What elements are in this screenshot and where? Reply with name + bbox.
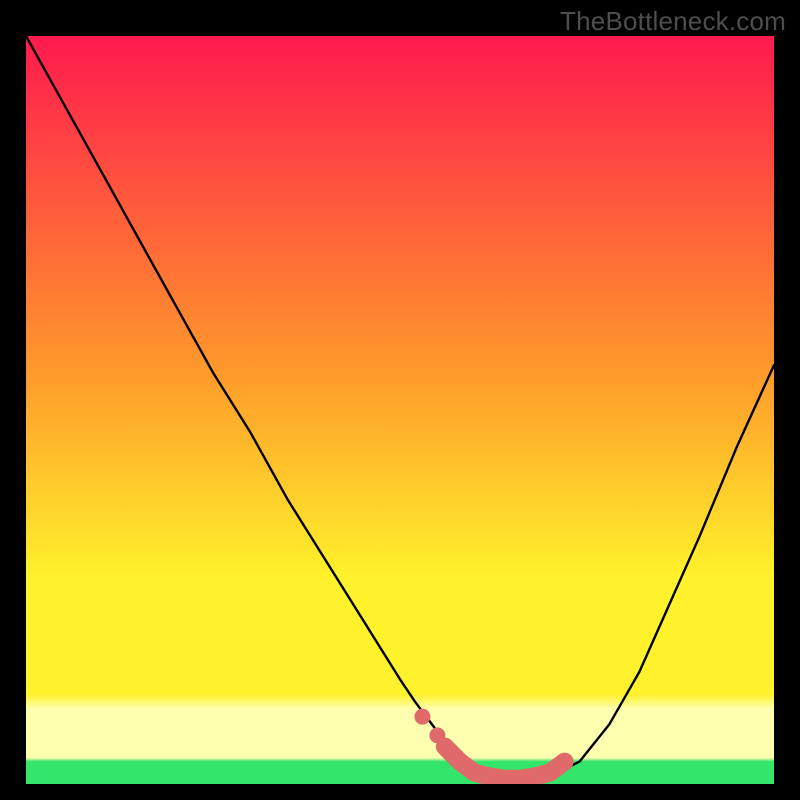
- chart-plot-area: [26, 36, 774, 784]
- chart-frame: TheBottleneck.com: [0, 0, 800, 800]
- marker-dot: [414, 709, 430, 725]
- watermark-text: TheBottleneck.com: [560, 6, 786, 37]
- marker-dot: [429, 727, 445, 743]
- gradient-bg: [26, 36, 774, 784]
- chart-svg: [26, 36, 774, 784]
